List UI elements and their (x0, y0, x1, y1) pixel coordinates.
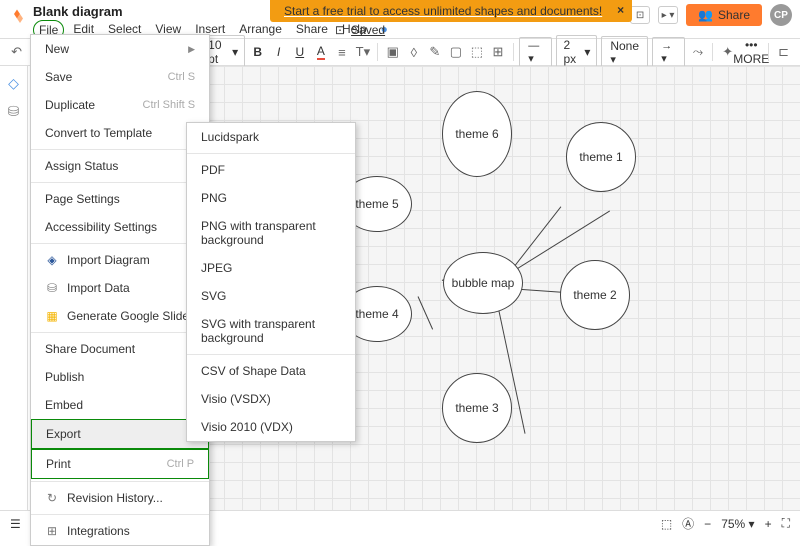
menu-share[interactable]: Share (291, 20, 333, 40)
menu-export[interactable]: Export▶ (31, 419, 209, 449)
menu-import-data[interactable]: ⛁Import Data (31, 274, 209, 302)
menu-integrations[interactable]: ⊞Integrations (31, 517, 209, 545)
export-svg-transparent[interactable]: SVG with transparent background (187, 310, 355, 352)
bucket-icon[interactable]: ◊ (405, 41, 422, 63)
save-status: ⊡ Saved (335, 23, 385, 37)
app-logo (8, 8, 26, 26)
layers-icon[interactable]: ⬚ (468, 41, 485, 63)
route-icon[interactable]: ⤳ (689, 41, 706, 63)
layers-icon[interactable]: ⬚ (661, 517, 672, 531)
export-csv[interactable]: CSV of Shape Data (187, 357, 355, 385)
menu-revision-history[interactable]: ↻Revision History... (31, 484, 209, 512)
banner-text: Start a free trial to access unlimited s… (284, 4, 602, 18)
arrow-select[interactable]: → ▾ (652, 37, 685, 68)
bubble-center[interactable]: bubble map (443, 252, 523, 314)
bubble-t3[interactable]: theme 3 (442, 373, 512, 443)
more-button[interactable]: •••MORE (740, 41, 762, 63)
visio-icon: ◈ (45, 253, 59, 267)
menu-share-document[interactable]: Share Document (31, 335, 209, 363)
bubble-t1[interactable]: theme 1 (566, 122, 636, 192)
line-mode-select[interactable]: None ▾ (601, 36, 648, 69)
fill-icon[interactable]: ▣ (384, 41, 401, 63)
undo-icon[interactable]: ↶ (8, 41, 25, 63)
file-menu-dropdown: New▶ SaveCtrl S DuplicateCtrl Shift S Co… (30, 34, 210, 546)
menu-embed[interactable]: Embed (31, 391, 209, 419)
menu-page-settings[interactable]: Page Settings (31, 185, 209, 213)
zoom-out-button[interactable]: − (704, 517, 711, 531)
line-style-select[interactable]: — ▾ (519, 37, 552, 68)
menu-duplicate[interactable]: DuplicateCtrl Shift S (31, 91, 209, 119)
link-icon[interactable]: ⊞ (489, 41, 506, 63)
menu-google-slides: ▦Generate Google Slides (31, 302, 209, 330)
saved-label: Saved (351, 23, 385, 37)
history-icon: ↻ (45, 491, 59, 505)
slides-icon: ▦ (45, 309, 59, 323)
left-rail: ◇ ⛁ (0, 66, 28, 510)
export-png[interactable]: PNG (187, 184, 355, 212)
present-icon[interactable]: ▸ ▾ (658, 6, 678, 24)
menu-new[interactable]: New▶ (31, 35, 209, 63)
menu-convert-template[interactable]: Convert to Template (31, 119, 209, 147)
bubble-t2[interactable]: theme 2 (560, 260, 630, 330)
snap-icon[interactable]: Ⓐ (682, 515, 694, 532)
export-svg[interactable]: SVG (187, 282, 355, 310)
font-color-icon[interactable]: A (312, 41, 329, 63)
db-icon: ⛁ (45, 281, 59, 295)
text-options-icon[interactable]: T▾ (354, 41, 371, 63)
menu-save[interactable]: SaveCtrl S (31, 63, 209, 91)
stroke-width-input[interactable]: 2 px▾ (556, 35, 597, 69)
export-lucidspark[interactable]: Lucidspark (187, 123, 355, 151)
menu-print[interactable]: PrintCtrl P (31, 449, 209, 479)
align-icon[interactable]: ≡ (333, 41, 350, 63)
export-submenu: Lucidspark PDF PNG PNG with transparent … (186, 122, 356, 442)
menu-publish[interactable]: Publish (31, 363, 209, 391)
shapes-tab-icon[interactable]: ◇ (5, 74, 23, 92)
comments-icon[interactable]: ⊡ (630, 6, 650, 24)
border-color-icon[interactable]: ✎ (426, 41, 443, 63)
shape-icon[interactable]: ▢ (447, 41, 464, 63)
chevron-right-icon: ▶ (188, 44, 195, 55)
export-jpeg[interactable]: JPEG (187, 254, 355, 282)
menu-assign-status[interactable]: Assign Status▶ (31, 152, 209, 180)
data-tab-icon[interactable]: ⛁ (5, 102, 23, 120)
export-pdf[interactable]: PDF (187, 156, 355, 184)
zoom-level[interactable]: 75% ▾ (721, 517, 754, 531)
fullscreen-icon[interactable]: ⛶ (782, 516, 790, 531)
export-png-transparent[interactable]: PNG with transparent background (187, 212, 355, 254)
share-button[interactable]: 👥 Share (686, 4, 762, 26)
avatar[interactable]: CP (770, 4, 792, 26)
bold-icon[interactable]: B (249, 41, 266, 63)
list-view-icon[interactable]: ☰ (10, 517, 21, 531)
menu-accessibility[interactable]: Accessibility Settings (31, 213, 209, 241)
document-title[interactable]: Blank diagram (33, 4, 123, 19)
export-vdx[interactable]: Visio 2010 (VDX) (187, 413, 355, 441)
zoom-in-button[interactable]: + (765, 517, 772, 531)
italic-icon[interactable]: I (270, 41, 287, 63)
trial-banner[interactable]: Start a free trial to access unlimited s… (270, 0, 632, 22)
cloud-icon: ⊡ (335, 23, 345, 37)
share-icon: 👥 (698, 8, 713, 22)
menu-import-diagram[interactable]: ◈Import Diagram▶ (31, 246, 209, 274)
collapse-icon[interactable]: ⊏ (775, 41, 792, 63)
close-icon[interactable]: × (617, 3, 624, 17)
underline-icon[interactable]: U (291, 41, 308, 63)
stepper-icon: ▾ (232, 45, 238, 59)
share-label: Share (718, 8, 750, 22)
bubble-t6[interactable]: theme 6 (442, 91, 512, 177)
export-vsdx[interactable]: Visio (VSDX) (187, 385, 355, 413)
